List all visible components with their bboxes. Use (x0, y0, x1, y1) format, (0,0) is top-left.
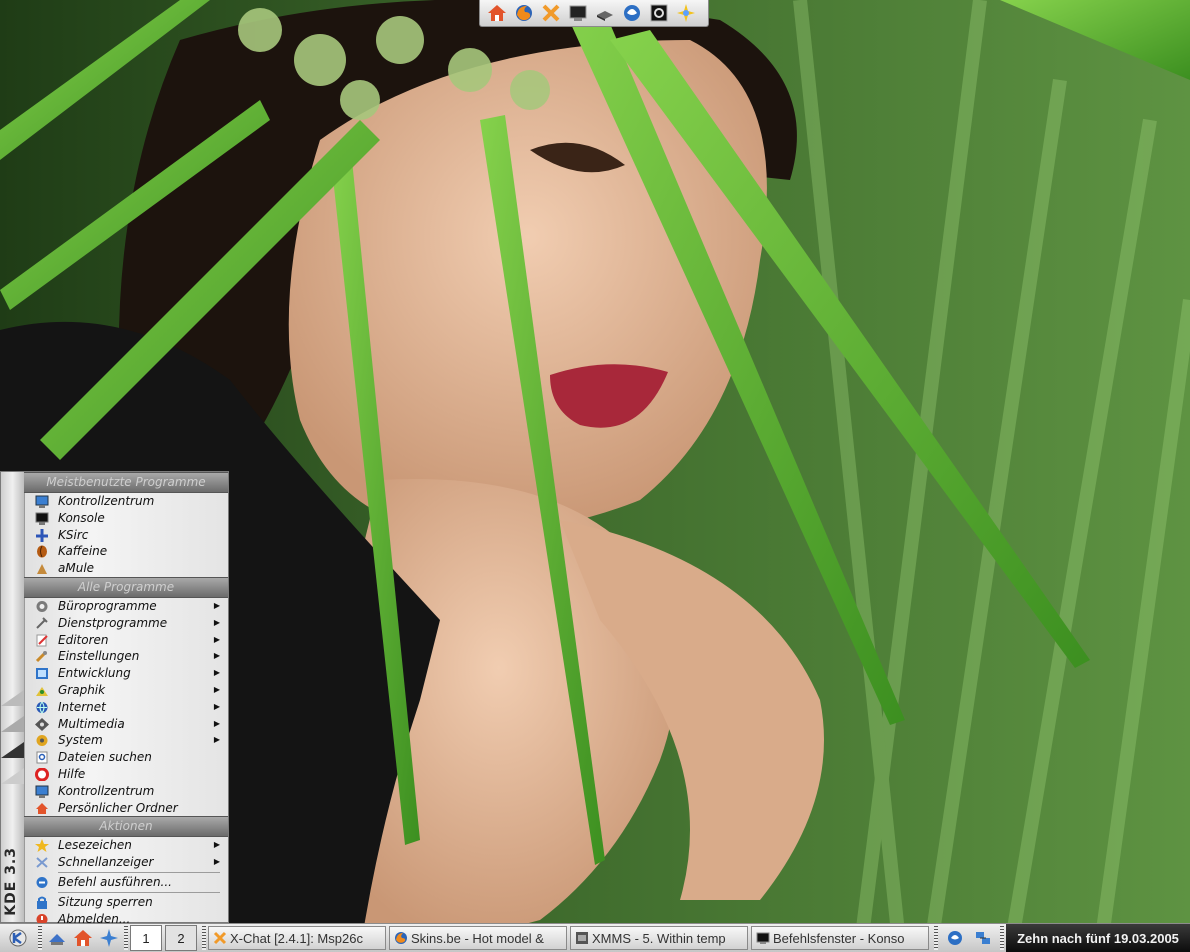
graphics-icon (36, 686, 48, 696)
menu-section-header: Meistbenutzte Programme (24, 472, 228, 493)
ksirc-icon (36, 528, 48, 542)
menu-item-editoren[interactable]: Editoren ▶ (24, 632, 228, 649)
task-konsole[interactable]: Befehlsfenster - Konso (751, 926, 929, 950)
terminal-icon[interactable] (565, 1, 590, 25)
menu-item-lesezeichen[interactable]: Lesezeichen ▶ (24, 837, 228, 854)
xmms-icon (576, 932, 588, 944)
menu-item-befehl-ausfuehren[interactable]: Befehl ausführen... (24, 874, 228, 891)
find-icon (36, 751, 48, 764)
menu-item-entwicklung[interactable]: Entwicklung ▶ (24, 665, 228, 682)
menu-item-schnellanzeiger[interactable]: Schnellanzeiger ▶ (24, 854, 228, 871)
menu-item-multimedia[interactable]: Multimedia ▶ (24, 716, 228, 733)
xchat-icon[interactable] (538, 1, 563, 25)
xchat-icon (213, 931, 227, 945)
panel-handle[interactable] (202, 926, 206, 950)
menu-item-ksirc[interactable]: KSirc (24, 527, 228, 544)
menu-item-amule[interactable]: aMule (24, 560, 228, 577)
panel-handle[interactable] (934, 926, 938, 950)
menu-section-header: Aktionen (24, 816, 228, 838)
kaffeine-icon (37, 545, 47, 558)
kde-version-brand: KDE 3.3 (3, 847, 19, 916)
menu-item-persoenlicher-ordner[interactable]: Persönlicher Ordner (24, 800, 228, 817)
submenu-arrow-icon: ▶ (213, 617, 220, 627)
tray-kopete-icon[interactable] (942, 925, 968, 951)
home-icon[interactable] (484, 1, 509, 25)
tray-network-icon[interactable] (970, 925, 996, 951)
k-menu: KDE 3.3 Meistbenutzte Programme Kontroll… (0, 471, 229, 926)
development-icon (36, 668, 48, 680)
menu-item-dienstprogramme[interactable]: Dienstprogramme ▶ (24, 615, 228, 632)
home-icon (36, 802, 48, 814)
clock[interactable]: Zehn nach fünf 19.03.2005 (1006, 924, 1190, 952)
quick-browser-icon (36, 857, 48, 868)
submenu-arrow-icon: ▶ (213, 634, 220, 644)
menu-separator (58, 891, 220, 893)
office-icon (36, 600, 48, 612)
utilities-icon (36, 617, 48, 629)
menu-section-header: Alle Programme (24, 576, 228, 598)
submenu-arrow-icon: ▶ (213, 840, 220, 850)
help-icon (35, 767, 49, 781)
internet-icon (36, 701, 48, 714)
menu-item-system[interactable]: System ▶ (24, 732, 228, 749)
k-menu-button[interactable] (0, 924, 36, 952)
menu-item-konsole[interactable]: Konsole (24, 510, 228, 527)
submenu-arrow-icon: ▶ (213, 735, 220, 745)
task-xmms[interactable]: XMMS - 5. Within temp (570, 926, 748, 950)
menu-item-internet[interactable]: Internet ▶ (24, 699, 228, 716)
submenu-arrow-icon: ▶ (213, 857, 220, 867)
control-center-icon (35, 495, 49, 508)
kopete-icon[interactable] (619, 1, 644, 25)
panel-handle[interactable] (124, 926, 128, 950)
amarok-icon[interactable] (673, 1, 698, 25)
task-xchat[interactable]: X-Chat [2.4.1]: Msp26c (208, 926, 386, 950)
panel-handle[interactable] (38, 926, 42, 950)
terminal-icon (756, 932, 770, 944)
quicklaunch-kicker-icon[interactable] (44, 925, 70, 951)
taskbar: 1 2 X-Chat [2.4.1]: Msp26c Skins.be - Ho… (0, 923, 1190, 952)
submenu-arrow-icon: ▶ (213, 600, 220, 610)
menu-item-kontrollzentrum-2[interactable]: Kontrollzentrum (24, 783, 228, 800)
panel-handle[interactable] (1000, 926, 1004, 950)
submenu-arrow-icon: ▶ (213, 718, 220, 728)
submenu-arrow-icon: ▶ (213, 651, 220, 661)
desktop-pager-1[interactable]: 1 (130, 925, 162, 951)
submenu-arrow-icon: ▶ (213, 684, 220, 694)
quicklaunch-home-icon[interactable] (70, 925, 96, 951)
system-icon (36, 735, 48, 747)
kde-gear-icon (9, 929, 27, 947)
menu-item-bueroprogramme[interactable]: Büroprogramme ▶ (24, 598, 228, 615)
run-icon (36, 876, 48, 888)
menu-item-graphik[interactable]: Graphik ▶ (24, 682, 228, 699)
firefox-icon (395, 932, 407, 944)
konsole-icon[interactable] (646, 1, 671, 25)
editor-icon (36, 634, 48, 647)
submenu-arrow-icon: ▶ (213, 701, 220, 711)
multimedia-icon (35, 717, 49, 731)
k-menu-list: Meistbenutzte Programme Kontrollzentrum … (24, 472, 228, 927)
quicklaunch-kdesktop-icon[interactable] (96, 925, 122, 951)
menu-item-dateien-suchen[interactable]: Dateien suchen (24, 749, 228, 766)
settings-icon (35, 651, 47, 663)
desktop-pager-2[interactable]: 2 (165, 925, 197, 951)
control-center-icon (35, 785, 49, 798)
menu-item-hilfe[interactable]: Hilfe (24, 766, 228, 783)
menu-item-kontrollzentrum[interactable]: Kontrollzentrum (24, 493, 228, 510)
submenu-arrow-icon: ▶ (213, 668, 220, 678)
lock-icon (37, 896, 47, 909)
menu-item-einstellungen[interactable]: Einstellungen ▶ (24, 648, 228, 665)
amule-icon (37, 564, 47, 575)
drive-icon[interactable] (592, 1, 617, 25)
bookmark-icon (35, 839, 49, 853)
menu-item-kaffeine[interactable]: Kaffeine (24, 543, 228, 560)
k-menu-sidebar: KDE 3.3 (1, 472, 25, 922)
firefox-icon[interactable] (511, 1, 536, 25)
menu-separator (58, 871, 220, 873)
system-tray (940, 925, 998, 951)
terminal-icon (35, 512, 49, 525)
top-quicklaunch-bar (479, 0, 709, 27)
task-firefox[interactable]: Skins.be - Hot model & (389, 926, 567, 950)
menu-item-sitzung-sperren[interactable]: Sitzung sperren (24, 894, 228, 911)
